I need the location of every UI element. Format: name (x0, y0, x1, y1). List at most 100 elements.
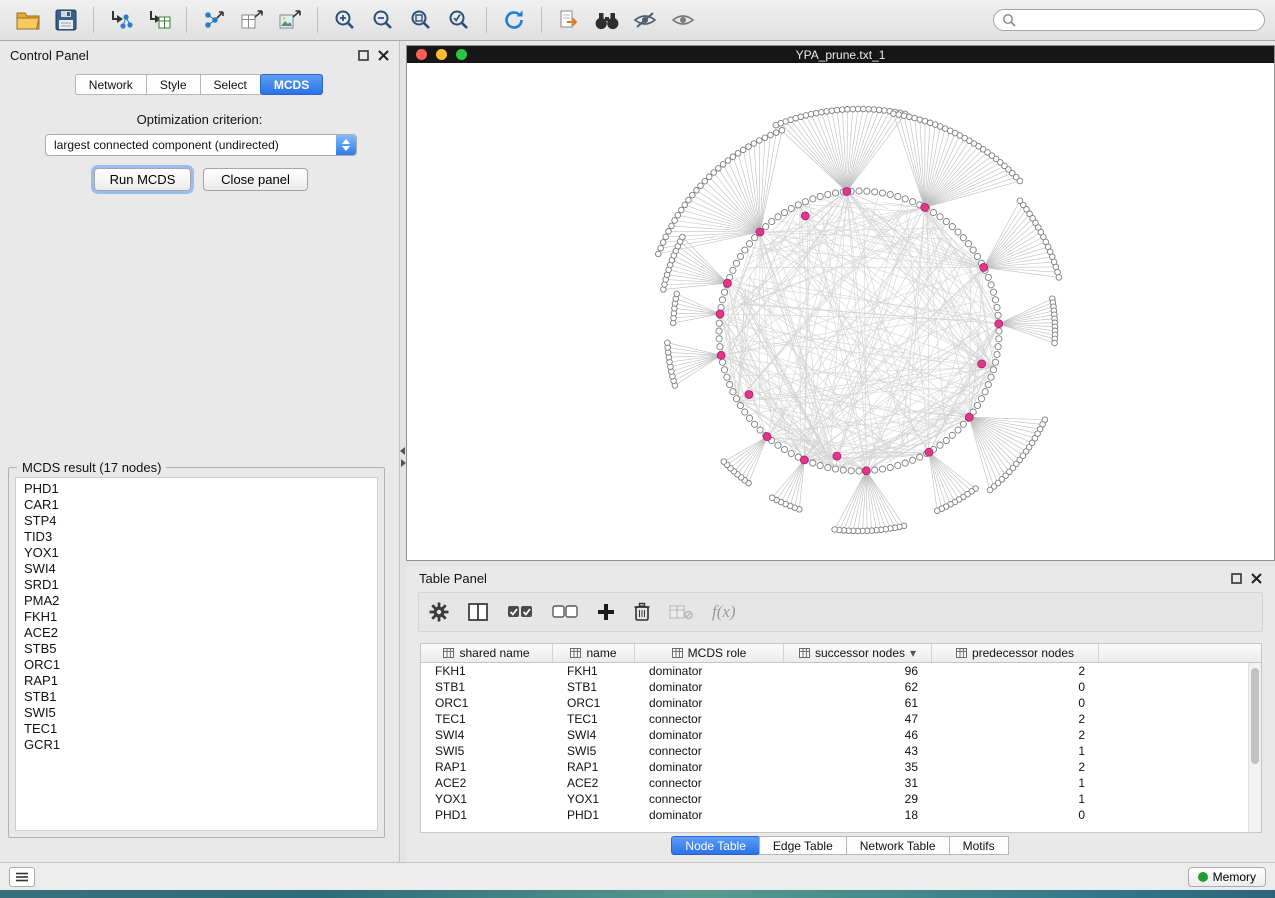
table-row[interactable]: STB1STB1dominator620 (421, 679, 1261, 695)
mcds-result-node[interactable]: GCR1 (16, 737, 377, 753)
mcds-result-list[interactable]: PHD1CAR1STP4TID3YOX1SWI4SRD1PMA2FKH1ACE2… (15, 477, 378, 831)
table-row[interactable]: SWI4SWI4dominator462 (421, 727, 1261, 743)
clone-network-button[interactable] (551, 4, 587, 36)
export-image-icon (278, 9, 302, 31)
tab-network-table[interactable]: Network Table (846, 836, 950, 855)
table-cell: ORC1 (421, 696, 553, 710)
selected-option-label: largest connected component (undirected) (54, 138, 279, 152)
zoom-out-button[interactable] (365, 4, 401, 36)
close-table-panel-icon[interactable] (1251, 573, 1262, 584)
column-header-predecessor-nodes[interactable]: predecessor nodes (932, 644, 1099, 662)
column-header-mcds-role[interactable]: MCDS role (635, 644, 784, 662)
export-network-button[interactable] (196, 4, 232, 36)
zoom-out-icon (372, 9, 394, 31)
show-columns-button[interactable] (468, 597, 488, 627)
column-header-name[interactable]: name (553, 644, 635, 662)
select-all-columns-button[interactable] (507, 597, 533, 627)
toolbar-separator (541, 7, 542, 33)
close-panel-icon[interactable] (378, 50, 389, 61)
tab-style[interactable]: Style (146, 74, 201, 95)
mcds-result-node[interactable]: PHD1 (16, 481, 377, 497)
search-input[interactable] (1021, 13, 1256, 27)
table-scrollbar-thumb[interactable] (1251, 668, 1259, 764)
tab-node-table[interactable]: Node Table (671, 836, 760, 855)
mcds-result-node[interactable]: TID3 (16, 529, 377, 545)
column-header-successor-nodes[interactable]: successor nodes▾ (784, 644, 932, 662)
table-row[interactable]: TEC1TEC1connector472 (421, 711, 1261, 727)
hide-button[interactable] (627, 4, 663, 36)
deselect-all-columns-button[interactable] (552, 597, 578, 627)
mcds-result-node[interactable]: CAR1 (16, 497, 377, 513)
collapse-left-icon[interactable] (400, 447, 405, 455)
export-image-button[interactable] (272, 4, 308, 36)
mcds-result-node[interactable]: PMA2 (16, 593, 377, 609)
zoom-fit-button[interactable] (403, 4, 439, 36)
zoom-selected-button[interactable] (441, 4, 477, 36)
table-row[interactable]: ACE2ACE2connector311 (421, 775, 1261, 791)
table-row[interactable]: ORC1ORC1dominator610 (421, 695, 1261, 711)
optimization-criterion-select[interactable]: largest connected component (undirected) (45, 134, 357, 156)
refresh-button[interactable] (496, 4, 532, 36)
import-network-button[interactable] (103, 4, 139, 36)
open-file-button[interactable] (10, 4, 46, 36)
status-menu-button[interactable] (9, 867, 35, 887)
show-button[interactable] (665, 4, 701, 36)
open-folder-icon (16, 10, 40, 30)
column-header-label: name (586, 646, 616, 660)
close-window-icon[interactable] (416, 49, 427, 60)
table-scrollbar[interactable] (1248, 663, 1261, 832)
mcds-result-node[interactable]: RAP1 (16, 673, 377, 689)
mcds-result-node[interactable]: TEC1 (16, 721, 377, 737)
fx-icon: f(x) (712, 602, 736, 622)
float-panel-icon[interactable] (358, 50, 369, 61)
tab-edge-table[interactable]: Edge Table (759, 836, 847, 855)
mcds-result-node[interactable]: ACE2 (16, 625, 377, 641)
import-table-button[interactable] (141, 4, 177, 36)
mcds-result-node[interactable]: FKH1 (16, 609, 377, 625)
mcds-result-node[interactable]: ORC1 (16, 657, 377, 673)
table-row[interactable]: PHD1PHD1dominator180 (421, 807, 1261, 823)
close-panel-button[interactable]: Close panel (203, 168, 308, 191)
maximize-window-icon[interactable] (456, 49, 467, 60)
table-row[interactable]: YOX1YOX1connector291 (421, 791, 1261, 807)
zoom-in-icon (334, 9, 356, 31)
table-cell: SWI5 (421, 744, 553, 758)
run-mcds-button[interactable]: Run MCDS (94, 168, 191, 191)
table-row[interactable]: SWI5SWI5connector431 (421, 743, 1261, 759)
unchecked-boxes-icon (552, 605, 578, 619)
save-session-button[interactable] (48, 4, 84, 36)
export-table-button[interactable] (234, 4, 270, 36)
mcds-result-node[interactable]: YOX1 (16, 545, 377, 561)
network-window-titlebar[interactable]: YPA_prune.txt_1 (407, 46, 1274, 63)
mcds-result-node[interactable]: STB1 (16, 689, 377, 705)
control-panel-title: Control Panel (10, 48, 89, 63)
mcds-result-node[interactable]: SWI4 (16, 561, 377, 577)
mcds-result-node[interactable]: SRD1 (16, 577, 377, 593)
network-canvas[interactable] (407, 63, 1274, 560)
search-network-button[interactable] (589, 4, 625, 36)
float-table-panel-icon[interactable] (1231, 573, 1242, 584)
column-header-shared-name[interactable]: shared name (421, 644, 553, 662)
memory-button[interactable]: Memory (1188, 867, 1266, 887)
add-column-button[interactable] (597, 597, 615, 627)
tab-network[interactable]: Network (75, 74, 147, 95)
column-header-label: shared name (459, 646, 529, 660)
dropdown-stepper-icon (336, 135, 356, 155)
delete-column-button[interactable] (634, 597, 650, 627)
control-panel-tabs: NetworkStyleSelectMCDS (0, 74, 399, 95)
tab-motifs[interactable]: Motifs (949, 836, 1009, 855)
status-bar: Memory (0, 862, 1275, 890)
import-network-icon (109, 9, 133, 31)
mcds-result-node[interactable]: STB5 (16, 641, 377, 657)
search-field[interactable] (993, 9, 1265, 31)
table-settings-button[interactable] (429, 597, 449, 627)
table-cell: dominator (635, 808, 784, 822)
tab-select[interactable]: Select (200, 74, 261, 95)
zoom-in-button[interactable] (327, 4, 363, 36)
minimize-window-icon[interactable] (436, 49, 447, 60)
tab-mcds[interactable]: MCDS (260, 74, 323, 95)
table-row[interactable]: RAP1RAP1dominator352 (421, 759, 1261, 775)
table-row[interactable]: FKH1FKH1dominator962 (421, 663, 1261, 679)
mcds-result-node[interactable]: STP4 (16, 513, 377, 529)
mcds-result-node[interactable]: SWI5 (16, 705, 377, 721)
